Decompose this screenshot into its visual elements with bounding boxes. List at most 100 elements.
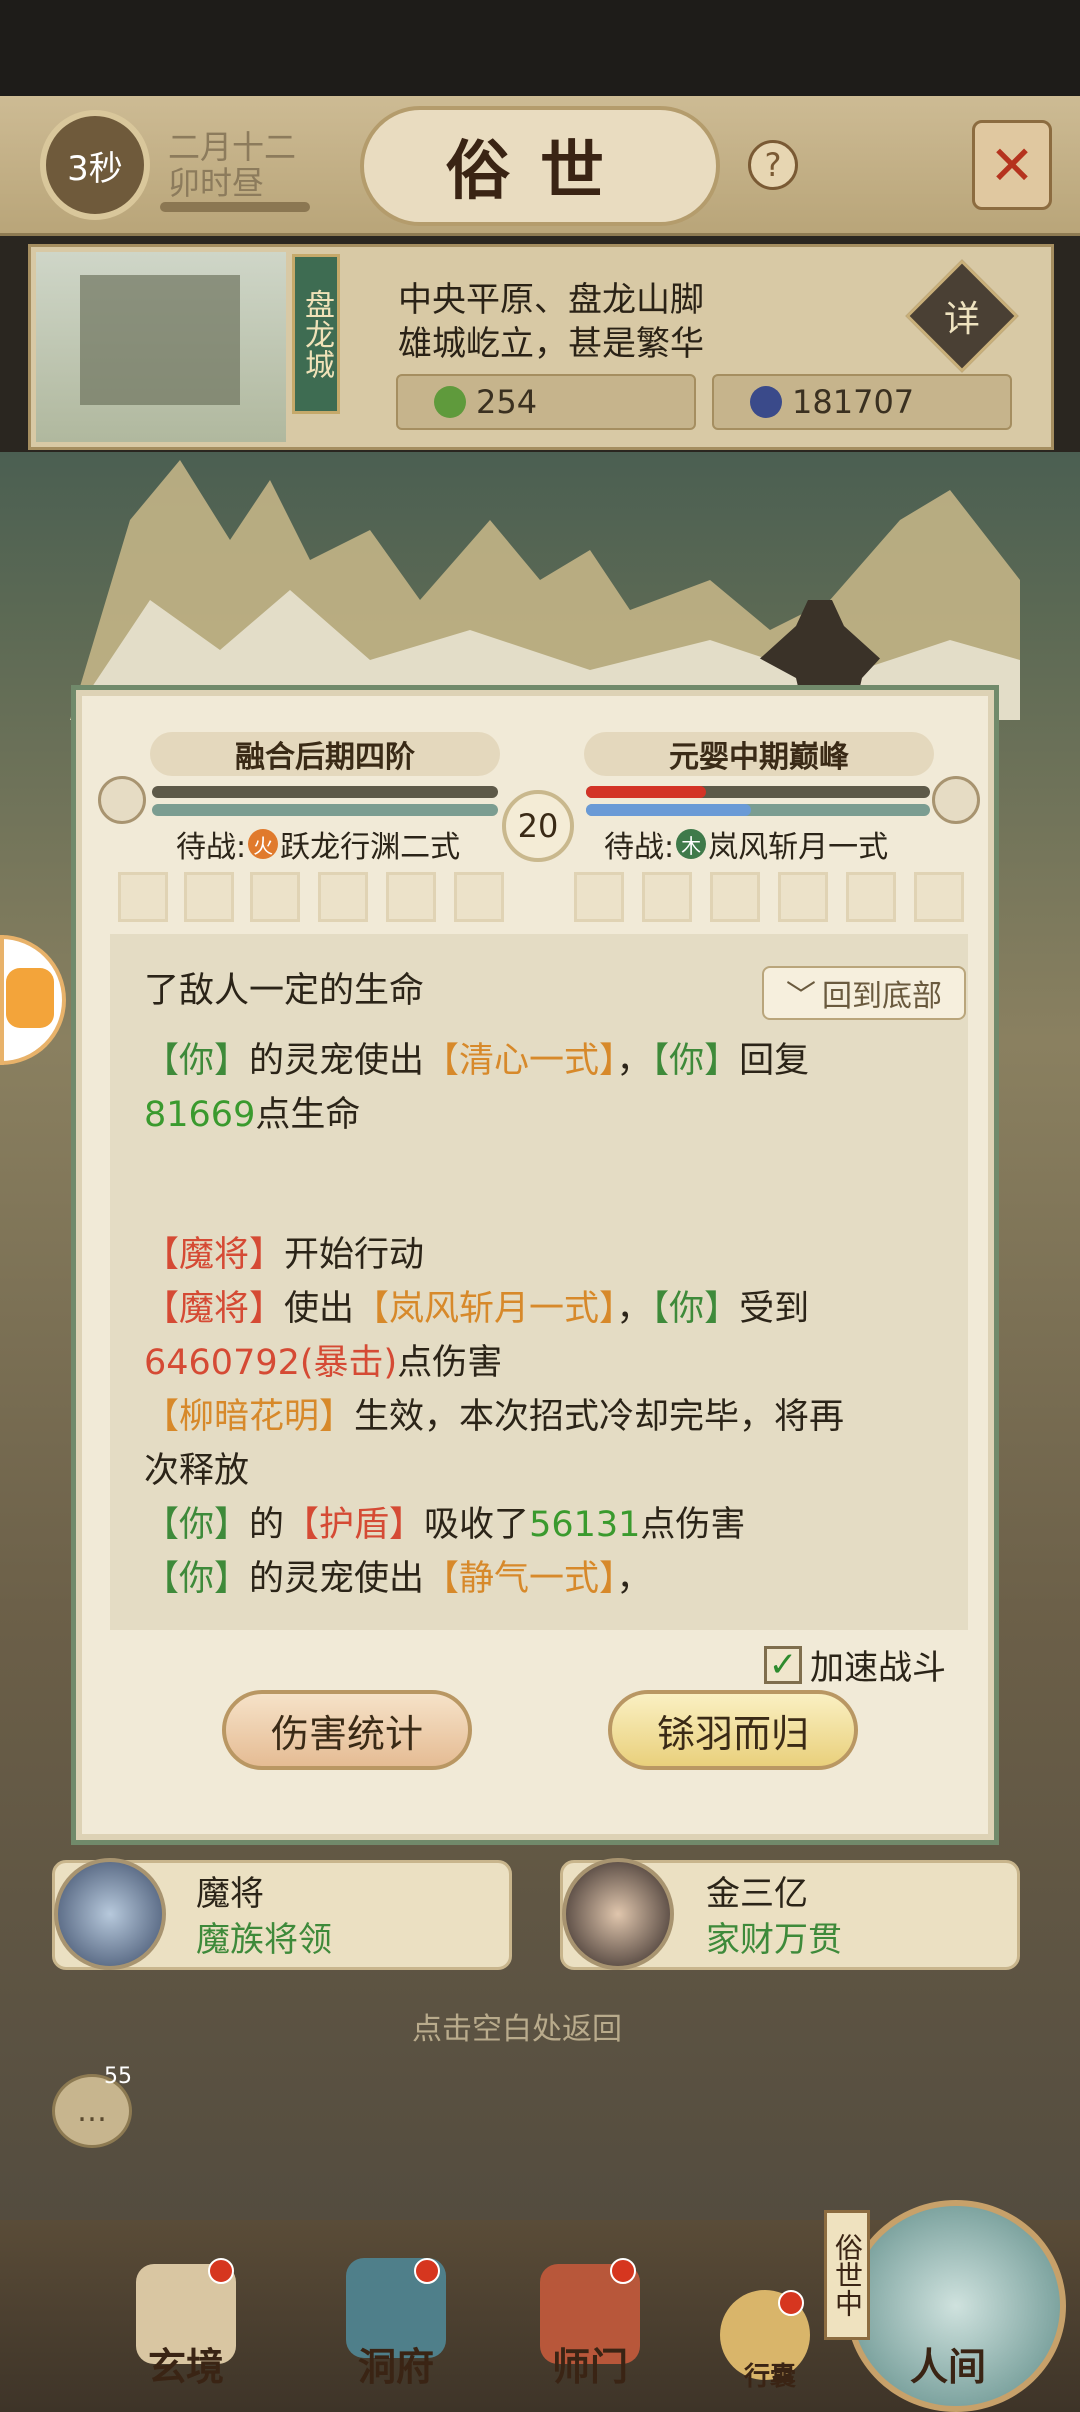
chat-unread-count: 55 bbox=[104, 2064, 132, 2089]
notification-dot bbox=[414, 2258, 440, 2284]
wood-element-icon: 木 bbox=[676, 829, 707, 859]
speed-battle-toggle[interactable]: ✓ 加速战斗 bbox=[764, 1640, 946, 1689]
log-ally: 【你】 bbox=[651, 1041, 740, 1081]
log-text: 的灵宠使出 bbox=[249, 1041, 425, 1081]
location-description-line1: 中央平原、盘龙山脚 bbox=[398, 280, 704, 320]
current-realm-badge: 俗世中 bbox=[824, 2210, 870, 2340]
log-text: 开始行动 bbox=[284, 1235, 425, 1275]
log-text: 点生命 bbox=[255, 1095, 361, 1135]
player-hp-bar bbox=[152, 786, 498, 798]
log-line: 【柳暗花明】生效，本次招式冷却完毕，将再 bbox=[144, 1390, 934, 1444]
enemy-buff-slot[interactable] bbox=[778, 872, 828, 922]
log-ally: 【你】 bbox=[144, 1559, 250, 1599]
player-mp-bar bbox=[152, 804, 498, 816]
time-progress-bar bbox=[160, 202, 310, 212]
mountain-illustration bbox=[70, 460, 1020, 720]
game-time: 卯时昼 bbox=[168, 164, 265, 202]
retreat-button[interactable]: 铩羽而归 bbox=[608, 1690, 858, 1770]
log-skill: 【柳暗花明】 bbox=[144, 1397, 355, 1437]
enemy-hp-bar bbox=[586, 786, 706, 798]
player-avatar[interactable] bbox=[98, 776, 146, 824]
status-bar bbox=[0, 0, 1080, 96]
detail-button[interactable]: 详 bbox=[922, 276, 1002, 356]
nav-xingnang[interactable]: 行囊 bbox=[700, 2356, 840, 2393]
enemy-buff-slot[interactable] bbox=[846, 872, 896, 922]
enemy-mp-bar bbox=[586, 804, 751, 816]
round-counter: 20 bbox=[502, 790, 574, 862]
log-line: 【你】的灵宠使出【静气一式】， bbox=[144, 1552, 934, 1606]
log-text: ， bbox=[616, 1041, 652, 1081]
player-next-skill: 待战: 火 跃龙行渊二式 bbox=[176, 822, 460, 866]
log-text: 次释放 bbox=[144, 1451, 250, 1491]
crossed-swords-icon[interactable]: ✕ bbox=[972, 120, 1052, 210]
log-ally: 【你】 bbox=[144, 1041, 250, 1081]
nav-renjian[interactable]: 人间 bbox=[878, 2336, 1018, 2391]
enemy-buff-slot[interactable] bbox=[710, 872, 760, 922]
log-line: 【你】的灵宠使出【清心一式】，【你】回复 bbox=[144, 1034, 934, 1088]
player-buff-slot[interactable] bbox=[118, 872, 168, 922]
log-buff: 【护盾】 bbox=[284, 1505, 425, 1545]
log-text: 吸收了 bbox=[424, 1505, 530, 1545]
enemy-next-skill: 待战: 木 岚风斩月一式 bbox=[604, 822, 888, 866]
npc-title: 魔族将领 bbox=[196, 1920, 332, 1960]
chevron-down-icon: ﹀ bbox=[786, 979, 816, 1014]
log-skill: 【岚风斩月一式】 bbox=[354, 1289, 617, 1329]
enemy-realm: 元婴中期巅峰 bbox=[584, 732, 934, 776]
log-text: 点伤害 bbox=[640, 1505, 746, 1545]
damage-stats-button[interactable]: 伤害统计 bbox=[222, 1690, 472, 1770]
log-text: 生效，本次招式冷却完毕，将再 bbox=[354, 1397, 845, 1437]
title-plate: 俗世 bbox=[360, 106, 720, 226]
log-enemy: 【魔将】 bbox=[144, 1289, 285, 1329]
player-buff-slot[interactable] bbox=[386, 872, 436, 922]
npc-name: 金三亿 bbox=[706, 1874, 808, 1914]
combat-log[interactable]: 了敌人一定的生命 【你】的灵宠使出【清心一式】，【你】回复 81669点生命 【… bbox=[110, 934, 968, 1630]
log-line: 81669点生命 bbox=[144, 1088, 934, 1142]
player-buff-slot[interactable] bbox=[184, 872, 234, 922]
log-text: 的灵宠使出 bbox=[249, 1559, 425, 1599]
enemy-avatar[interactable] bbox=[932, 776, 980, 824]
notification-dot bbox=[778, 2290, 804, 2316]
enemy-buff-slot[interactable] bbox=[642, 872, 692, 922]
log-enemy: 【魔将】 bbox=[144, 1235, 285, 1275]
log-text: 的 bbox=[249, 1505, 285, 1545]
log-text: ， bbox=[616, 1559, 652, 1599]
checkbox-checked-icon[interactable]: ✓ bbox=[764, 1645, 802, 1685]
npc-avatar[interactable] bbox=[562, 1858, 674, 1970]
log-skill: 【静气一式】 bbox=[424, 1559, 617, 1599]
page-title: 俗世 bbox=[446, 134, 634, 209]
npc-title: 家财万贯 bbox=[706, 1920, 842, 1960]
wait-prefix: 待战: bbox=[604, 830, 675, 865]
log-text: 使出 bbox=[284, 1289, 355, 1329]
log-skill: 【清心一式】 bbox=[424, 1041, 617, 1081]
help-button[interactable]: ? bbox=[748, 140, 798, 190]
npc-name: 魔将 bbox=[196, 1874, 264, 1914]
wait-prefix: 待战: bbox=[176, 830, 247, 865]
nav-shimen[interactable]: 师门 bbox=[520, 2336, 660, 2391]
enemy-buff-slot[interactable] bbox=[914, 872, 964, 922]
log-absorb-value: 56131 bbox=[529, 1505, 641, 1545]
log-heal-value: 81669 bbox=[144, 1095, 256, 1135]
fire-element-icon: 火 bbox=[248, 829, 279, 859]
player-buff-slot[interactable] bbox=[318, 872, 368, 922]
back-to-bottom-button[interactable]: ﹀ 回到底部 bbox=[762, 966, 966, 1020]
log-text: 点伤害 bbox=[397, 1343, 503, 1383]
log-line: 次释放 bbox=[144, 1444, 934, 1498]
nav-dongfu[interactable]: 洞府 bbox=[326, 2336, 466, 2391]
log-text: 回复 bbox=[739, 1041, 810, 1081]
gamepad-icon[interactable] bbox=[6, 968, 54, 1028]
npc-avatar[interactable] bbox=[54, 1858, 166, 1970]
player-buff-slot[interactable] bbox=[250, 872, 300, 922]
log-line: 【魔将】开始行动 bbox=[144, 1228, 934, 1282]
log-line: 6460792(暴击)点伤害 bbox=[144, 1336, 934, 1390]
player-buff-slot[interactable] bbox=[454, 872, 504, 922]
tap-to-return-hint: 点击空白处返回 bbox=[412, 2012, 622, 2047]
enemy-skill-name: 岚风斩月一式 bbox=[708, 830, 889, 865]
log-text: 了敌人一定的生命 bbox=[144, 971, 425, 1011]
enemy-buff-slot[interactable] bbox=[574, 872, 624, 922]
log-line: 【你】的【护盾】吸收了56131点伤害 bbox=[144, 1498, 934, 1552]
nav-xuanjing[interactable]: 玄境 bbox=[116, 2336, 256, 2391]
location-description-line2: 雄城屹立，甚是繁华 bbox=[398, 324, 704, 364]
back-to-bottom-label: 回到底部 bbox=[822, 979, 942, 1014]
log-text: ， bbox=[616, 1289, 652, 1329]
countdown-timer: 3秒 bbox=[40, 110, 150, 220]
